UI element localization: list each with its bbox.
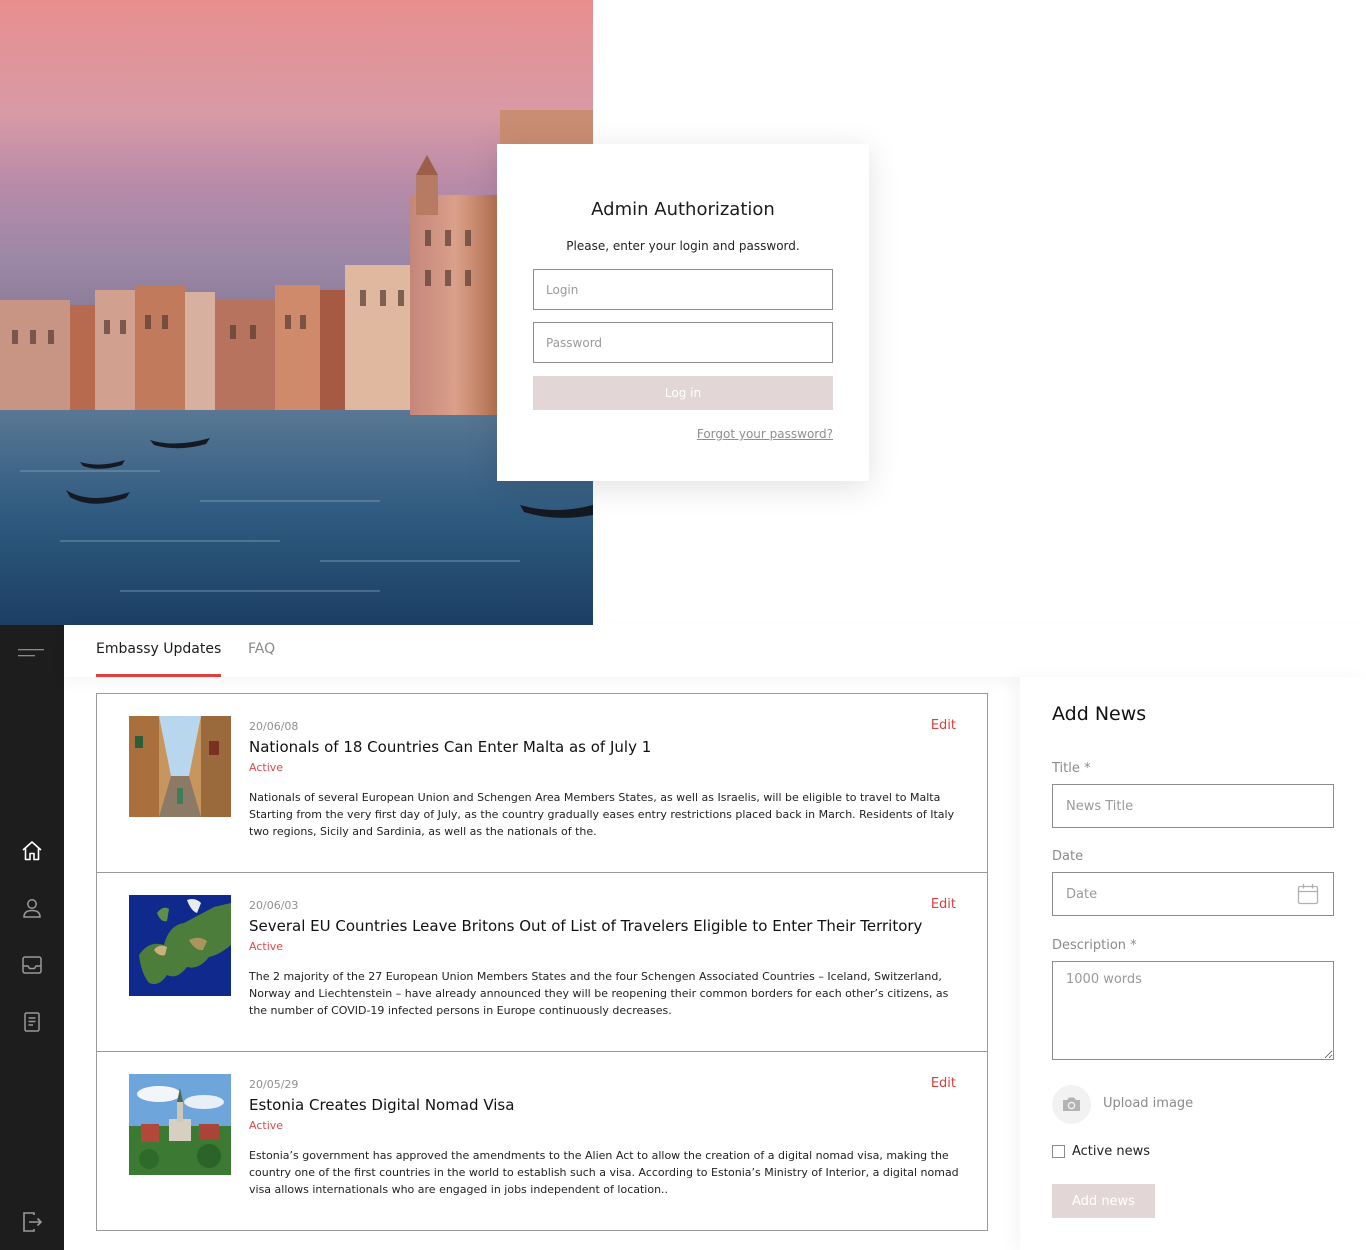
description-label: Description * [1052,938,1137,953]
news-card: 20/06/03 Several EU Countries Leave Brit… [97,873,987,1052]
news-thumbnail-tallinn [129,1074,231,1175]
news-description: Estonia’s government has approved the am… [249,1149,959,1196]
login-screen: Admin Authorization Please, enter your l… [0,0,1366,625]
news-title-input[interactable] [1052,784,1334,828]
password-input[interactable] [533,322,833,363]
inbox-icon[interactable] [20,953,44,977]
camera-icon-wrapper [1052,1085,1091,1124]
status-badge: Active [249,1119,284,1132]
calendar-icon[interactable] [1296,882,1320,906]
user-icon[interactable] [20,896,44,920]
status-badge: Active [249,761,284,774]
upload-image-button[interactable]: Upload image [1052,1085,1252,1125]
active-news-toggle[interactable]: Active news [1052,1143,1202,1163]
date-label: Date [1052,849,1084,864]
active-news-checkbox[interactable] [1052,1145,1065,1158]
login-title: Admin Authorization [591,199,775,220]
news-title: Nationals of 18 Countries Can Enter Malt… [249,738,652,756]
news-date: 20/06/03 [249,899,299,912]
login-button[interactable]: Log in [533,376,833,410]
sidebar [0,625,64,1250]
news-card: 20/05/29 Estonia Creates Digital Nomad V… [97,1052,987,1231]
add-news-heading: Add News [1052,703,1147,725]
news-thumbnail-malta [129,716,231,817]
date-input[interactable] [1052,872,1334,916]
menu-icon[interactable] [18,646,46,660]
edit-link[interactable]: Edit [931,718,956,733]
add-news-button[interactable]: Add news [1052,1184,1155,1218]
login-subtitle: Please, enter your login and password. [566,239,800,253]
forgot-password-link[interactable]: Forgot your password? [697,427,833,441]
news-list: 20/06/08 Nationals of 18 Countries Can E… [96,693,988,1231]
news-date: 20/05/29 [249,1078,299,1091]
document-icon[interactable] [20,1010,44,1034]
news-title: Several EU Countries Leave Britons Out o… [249,917,923,935]
upload-image-label: Upload image [1103,1096,1194,1111]
news-date: 20/06/08 [249,720,299,733]
status-badge: Active [249,940,284,953]
tabs-bar: Embassy Updates FAQ [64,625,1366,677]
admin-dashboard: Embassy Updates FAQ 20/06/08 Nationals o… [0,625,1366,1250]
edit-link[interactable]: Edit [931,897,956,912]
camera-icon [1063,1097,1080,1111]
news-title: Estonia Creates Digital Nomad Visa [249,1096,515,1114]
title-label: Title * [1052,761,1091,776]
news-description: Nationals of several European Union and … [249,791,955,838]
news-card: 20/06/08 Nationals of 18 Countries Can E… [97,694,987,873]
edit-link[interactable]: Edit [931,1076,956,1091]
description-input[interactable] [1052,961,1334,1060]
tab-embassy-updates[interactable]: Embassy Updates [96,641,222,677]
add-news-panel: Add News Title * Date Description * Uplo… [1020,677,1366,1250]
news-description: The 2 majority of the 27 European Union … [249,970,949,1017]
active-news-label: Active news [1072,1144,1150,1159]
login-input[interactable] [533,269,833,310]
news-thumbnail-europe-map [129,895,231,996]
home-icon[interactable] [20,839,44,863]
logout-icon[interactable] [20,1210,44,1234]
login-card: Admin Authorization Please, enter your l… [497,144,869,481]
tab-faq[interactable]: FAQ [248,641,275,657]
